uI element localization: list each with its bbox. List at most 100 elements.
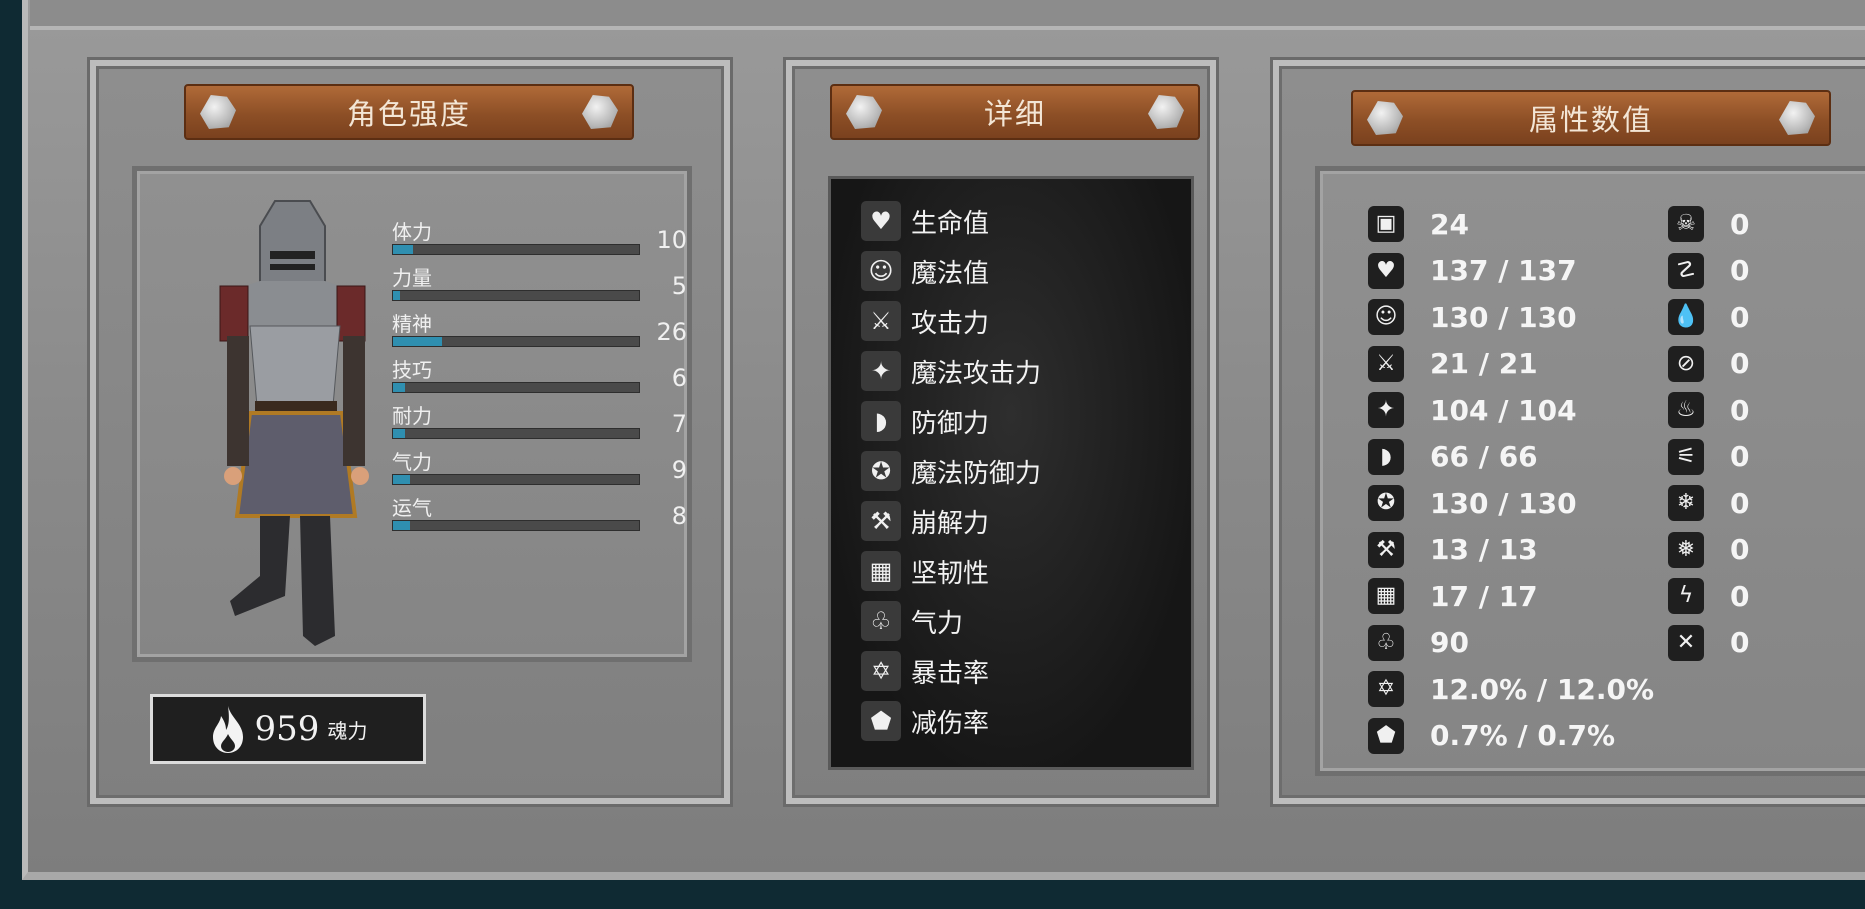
attribute-bar bbox=[392, 428, 640, 439]
spellbook-icon: ✦ bbox=[861, 351, 901, 391]
stat-row: ☺ 130 / 130 bbox=[1368, 296, 1577, 338]
attribute-bar bbox=[392, 382, 640, 393]
resist-value: 0 bbox=[1730, 393, 1750, 427]
detail-row: ♥ 生命值 bbox=[861, 199, 989, 243]
stat-value: 17 / 17 bbox=[1430, 579, 1538, 613]
detail-label: 减伤率 bbox=[911, 708, 990, 739]
resist-value: 0 bbox=[1730, 626, 1750, 659]
head-icon: ☺ bbox=[861, 251, 901, 291]
detail-row: ✪ 魔法防御力 bbox=[861, 449, 1041, 493]
detail-label: 防御力 bbox=[911, 408, 990, 439]
attribute-value: 10 bbox=[656, 226, 687, 254]
resist-value: 0 bbox=[1730, 300, 1750, 334]
detail-row: ⬟ 减伤率 bbox=[861, 699, 989, 743]
strength-title: 角色强度 bbox=[346, 97, 471, 131]
poison-resist-icon: ☡ bbox=[1668, 252, 1704, 289]
attribute-bar bbox=[392, 474, 640, 485]
crit-star-icon: ✡ bbox=[1368, 671, 1404, 707]
frost-resist-icon: ❅ bbox=[1668, 531, 1704, 568]
stat-value: 90 bbox=[1430, 626, 1469, 659]
strength-title-plank: 角色强度 bbox=[184, 84, 634, 140]
head-icon: ☺ bbox=[1368, 299, 1404, 335]
attribute-bar bbox=[392, 336, 640, 347]
stats-title: 属性数值 bbox=[1528, 103, 1653, 137]
resist-row: ⚟ 0 bbox=[1668, 436, 1749, 478]
attributes-box: 体力 10 力量 5 精神 26 技巧 6 耐力 7 气力 9 运气 8 bbox=[132, 166, 692, 662]
resist-value: 0 bbox=[1730, 440, 1750, 473]
attribute-row: 技巧 6 bbox=[392, 354, 687, 394]
details-list: ♥ 生命值 ☺ 魔法值 ⚔ 攻击力 ✦ 魔法攻击力 ◗ 防御力 ✪ 魔法防御力 ⚒ 崩解力 ▦ 坚韧性 ♧ 气力 ✡… bbox=[828, 176, 1194, 770]
detail-row: ▦ 坚韧性 bbox=[861, 549, 989, 593]
stat-row: ✡ 12.0% / 12.0% bbox=[1368, 668, 1654, 710]
detail-row: ☺ 魔法值 bbox=[861, 249, 989, 293]
resist-row: ♨ 0 bbox=[1668, 389, 1749, 431]
details-title-plank: 详细 bbox=[830, 84, 1200, 140]
attribute-bar-fill bbox=[393, 475, 411, 484]
attribute-bar-fill bbox=[393, 291, 401, 300]
attribute-row: 气力 9 bbox=[392, 446, 687, 486]
stone-ornament-icon bbox=[1779, 101, 1815, 135]
attribute-value: 26 bbox=[656, 318, 687, 346]
detail-label: 生命值 bbox=[911, 208, 990, 239]
stat-value: 137 / 137 bbox=[1430, 254, 1577, 287]
stat-row: ⚒ 13 / 13 bbox=[1368, 529, 1538, 571]
stat-row: ▣ 24 bbox=[1368, 203, 1469, 245]
reduction-shield-icon: ⬟ bbox=[861, 701, 901, 741]
bleed-resist-icon: ⊘ bbox=[1668, 345, 1704, 382]
resist-value: 0 bbox=[1730, 347, 1750, 380]
stat-value: 130 / 130 bbox=[1430, 300, 1577, 334]
attribute-name: 技巧 bbox=[392, 358, 432, 382]
helmet-icon: ▦ bbox=[861, 551, 901, 591]
shield-icon: ◗ bbox=[861, 401, 901, 441]
attribute-value: 9 bbox=[671, 456, 687, 484]
heart-icon: ♥ bbox=[861, 201, 901, 241]
strength-panel: 角色强度 体力 10 力量 5 精神 26 技巧 6 耐力 7 气力 9 运气 8 959 bbox=[90, 60, 730, 804]
detail-row: ✦ 魔法攻击力 bbox=[861, 349, 1041, 393]
shield-icon: ◗ bbox=[1368, 438, 1404, 475]
sword-icon: ⚔ bbox=[1368, 345, 1404, 382]
detail-label: 气力 bbox=[911, 608, 964, 639]
stat-row: ⬟ 0.7% / 0.7% bbox=[1368, 715, 1615, 757]
resist-value: 0 bbox=[1730, 579, 1750, 613]
stat-row: ▦ 17 / 17 bbox=[1368, 575, 1538, 617]
attribute-row: 精神 26 bbox=[392, 308, 687, 348]
attribute-row: 耐力 7 bbox=[392, 400, 687, 440]
reduction-shield-icon: ⬟ bbox=[1368, 717, 1404, 754]
detail-label: 魔法攻击力 bbox=[911, 358, 1042, 389]
resist-row: ✕ 0 bbox=[1668, 622, 1749, 664]
resist-row: ⊘ 0 bbox=[1668, 343, 1749, 385]
resist-value: 0 bbox=[1730, 207, 1750, 241]
attribute-name: 精神 bbox=[392, 312, 432, 336]
attribute-bar bbox=[392, 520, 640, 531]
attribute-bar-fill bbox=[393, 383, 406, 392]
resist-value: 0 bbox=[1730, 254, 1750, 287]
resist-row: 💧 0 bbox=[1668, 296, 1749, 338]
resist-row: ☠ 0 bbox=[1668, 203, 1749, 245]
fire-icon: ♨ bbox=[1668, 392, 1704, 428]
detail-row: ✡ 暴击率 bbox=[861, 649, 989, 693]
skull-icon: ☠ bbox=[1668, 206, 1704, 242]
stat-value: 21 / 21 bbox=[1430, 347, 1538, 380]
magic-shield-icon: ✪ bbox=[1368, 485, 1404, 521]
attribute-name: 运气 bbox=[392, 496, 432, 520]
stat-value: 66 / 66 bbox=[1430, 440, 1538, 473]
soul-label: 魂力 bbox=[327, 718, 368, 743]
detail-label: 魔法值 bbox=[911, 258, 990, 289]
resist-row: ❄ 0 bbox=[1668, 482, 1749, 524]
stat-row: ✦ 104 / 104 bbox=[1368, 389, 1577, 431]
lightning-icon: ϟ bbox=[1668, 578, 1704, 614]
attribute-name: 气力 bbox=[392, 450, 432, 474]
detail-row: ⚔ 攻击力 bbox=[861, 299, 989, 343]
magic-shield-icon: ✪ bbox=[861, 451, 901, 491]
detail-label: 攻击力 bbox=[911, 308, 990, 339]
heart-icon: ♥ bbox=[1368, 252, 1404, 289]
stat-row: ⚔ 21 / 21 bbox=[1368, 343, 1538, 385]
resist-row: ❅ 0 bbox=[1668, 529, 1749, 571]
stats-title-plank: 属性数值 bbox=[1351, 90, 1831, 146]
stone-ornament-icon bbox=[846, 95, 882, 129]
stone-ornament-icon bbox=[582, 95, 618, 129]
attribute-value: 7 bbox=[671, 410, 687, 438]
attribute-bar-fill bbox=[393, 521, 411, 530]
stat-row: ♧ 90 bbox=[1368, 622, 1469, 664]
detail-row: ♧ 气力 bbox=[861, 599, 963, 643]
